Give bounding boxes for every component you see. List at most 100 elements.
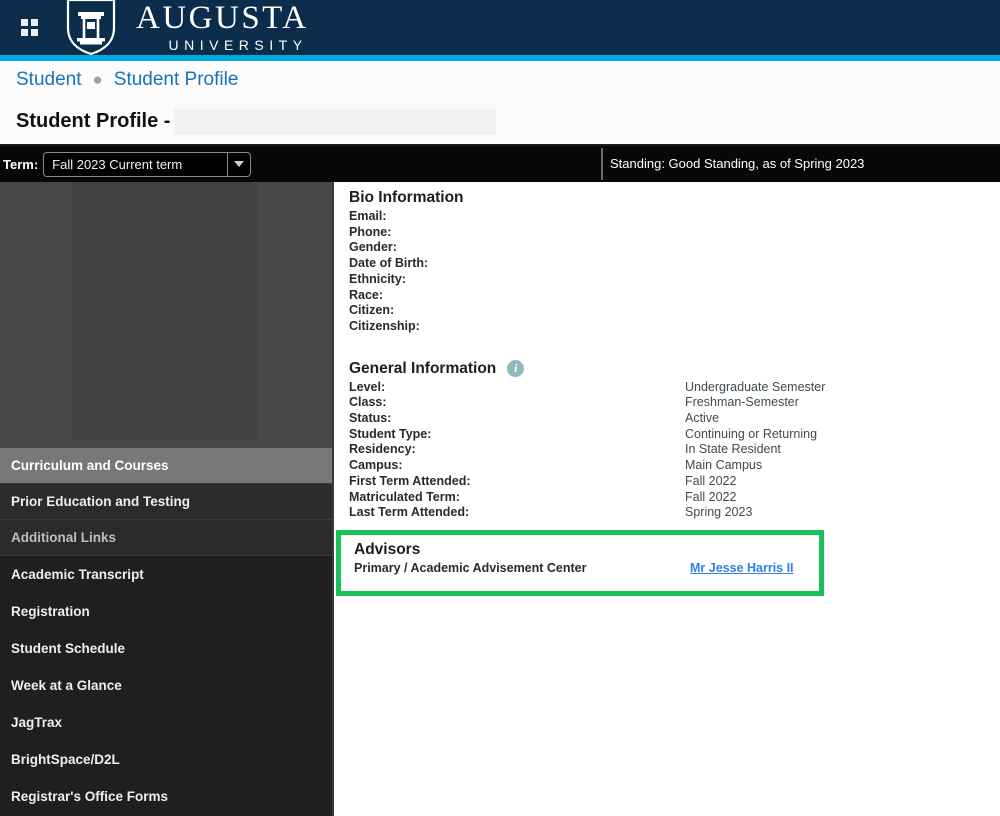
sidebar-link-registration[interactable]: Registration (0, 593, 332, 630)
bio-information-heading: Bio Information (349, 189, 1000, 207)
field-value: Fall 2022 (685, 489, 737, 504)
field-value: In State Resident (685, 442, 781, 457)
sidebar-item-prior-education-and-testing[interactable]: Prior Education and Testing (0, 484, 332, 520)
sidebar-link-label: JagTrax (11, 715, 63, 730)
sidebar-item-label: Curriculum and Courses (11, 458, 169, 473)
bio-field-citizenship: Citizenship: (349, 319, 1000, 335)
sidebar-link-registrars-office-forms[interactable]: Registrar's Office Forms (0, 778, 332, 815)
breadcrumb: Student ● Student Profile (0, 61, 1000, 99)
main-content: Bio Information Email: Phone: Gender: Da… (336, 182, 1000, 816)
general-field-campus: Campus: Main Campus (349, 458, 1000, 474)
bio-information-section: Bio Information Email: Phone: Gender: Da… (349, 189, 1000, 335)
sidebar-item-label: Prior Education and Testing (11, 494, 191, 509)
general-field-last-term-attended: Last Term Attended: Spring 2023 (349, 505, 1000, 521)
field-label: Citizenship: (349, 318, 420, 333)
brand-wordmark: AUGUSTA UNIVERSITY (136, 0, 309, 54)
sidebar-link-academic-transcript[interactable]: Academic Transcript (0, 556, 332, 593)
general-field-level: Level: Undergraduate Semester (349, 380, 1000, 396)
bio-field-email: Email: (349, 209, 1000, 225)
field-value: Continuing or Returning (685, 426, 818, 441)
student-name-redaction (174, 108, 497, 135)
field-label: Email: (349, 209, 387, 223)
breadcrumb-item-student-profile[interactable]: Student Profile (114, 69, 239, 91)
general-field-status: Status: Active (349, 411, 1000, 427)
sidebar-link-label: Student Schedule (11, 641, 126, 656)
info-icon[interactable]: i (507, 360, 525, 378)
bio-field-race: Race: (349, 288, 1000, 304)
term-select-value: Fall 2023 Current term (52, 156, 183, 172)
sidebar-link-brightspace-d2l[interactable]: BrightSpace/D2L (0, 741, 332, 778)
sidebar-link-jagtrax[interactable]: JagTrax (0, 704, 332, 741)
general-field-student-type: Student Type: Continuing or Returning (349, 427, 1000, 443)
field-label: Matriculated Term: (349, 489, 460, 504)
sidebar-item-curriculum-and-courses[interactable]: Curriculum and Courses (0, 448, 332, 484)
advisor-name-link[interactable]: Mr Jesse Harris II (690, 560, 794, 576)
field-label: Race: (349, 287, 384, 302)
augusta-shield-icon (66, 0, 116, 56)
field-label: First Term Attended: (349, 473, 471, 488)
brand-name-primary: AUGUSTA (136, 0, 309, 36)
field-label: Student Type: (349, 426, 432, 441)
general-information-heading-text: General Information (349, 359, 497, 377)
field-label: Ethnicity: (349, 271, 406, 286)
grid-menu-button[interactable] (10, 9, 48, 47)
field-label: Class: (349, 395, 387, 410)
general-field-first-term-attended: First Term Attended: Fall 2022 (349, 474, 1000, 490)
advisors-heading: Advisors (354, 541, 819, 559)
sidebar-link-label: Registrar's Office Forms (11, 789, 169, 804)
bio-field-date-of-birth: Date of Birth: (349, 256, 1000, 272)
chevron-down-icon[interactable] (227, 152, 250, 176)
sidebar-link-label: BrightSpace/D2L (11, 752, 120, 767)
brand-name-secondary: UNIVERSITY (168, 36, 308, 53)
advisors-section: Advisors Primary / Academic Advisement C… (336, 530, 824, 596)
sidebar-link-student-schedule[interactable]: Student Schedule (0, 630, 332, 667)
breadcrumb-separator-icon: ● (92, 69, 103, 89)
bio-field-gender: Gender: (349, 240, 1000, 256)
field-label: Status: (349, 411, 392, 426)
field-value: Active (685, 411, 720, 426)
field-label: Gender: (349, 240, 397, 255)
field-value: Spring 2023 (685, 505, 753, 520)
field-value: Fall 2022 (685, 473, 737, 488)
advisor-role-label: Primary / Academic Advisement Center (354, 561, 587, 575)
sidebar-link-label: Week at a Glance (11, 678, 122, 693)
field-value: Undergraduate Semester (685, 379, 826, 394)
general-information-heading: General Information i (349, 360, 1000, 378)
field-label: Citizen: (349, 303, 395, 318)
general-field-matriculated-term: Matriculated Term: Fall 2022 (349, 490, 1000, 506)
student-photo-placeholder (72, 182, 258, 440)
field-label: Level: (349, 379, 386, 394)
field-label: Campus: (349, 458, 403, 473)
grid-menu-icon (20, 19, 38, 36)
brand-header: AUGUSTA UNIVERSITY (0, 0, 1000, 56)
bio-information-heading-text: Bio Information (349, 189, 464, 206)
general-information-section: General Information i Level: Undergradua… (349, 360, 1000, 521)
sidebar-item-additional-links[interactable]: Additional Links (0, 520, 332, 556)
sidebar: Curriculum and Courses Prior Education a… (0, 182, 334, 816)
sidebar-item-label: Additional Links (11, 530, 117, 545)
sidebar-link-label: Academic Transcript (11, 567, 144, 582)
field-value: Freshman-Semester (685, 395, 799, 410)
term-label: Term: (3, 156, 39, 172)
field-label: Phone: (349, 224, 392, 239)
bio-field-citizen: Citizen: (349, 303, 1000, 319)
academic-standing-status: Standing: Good Standing, as of Spring 20… (610, 156, 865, 171)
augusta-logo[interactable] (62, 0, 124, 56)
bio-field-phone: Phone: (349, 225, 1000, 241)
sidebar-link-label: Registration (11, 604, 90, 619)
page-title-bar: Student Profile - (0, 99, 1000, 146)
standing-divider (601, 148, 603, 180)
field-value: Main Campus (685, 458, 763, 473)
sidebar-link-week-at-a-glance[interactable]: Week at a Glance (0, 667, 332, 704)
general-field-residency: Residency: In State Resident (349, 442, 1000, 458)
general-field-class: Class: Freshman-Semester (349, 395, 1000, 411)
advisors-heading-text: Advisors (354, 541, 421, 558)
advisor-row: Primary / Academic Advisement Center Mr … (354, 560, 819, 576)
bio-field-ethnicity: Ethnicity: (349, 272, 1000, 288)
field-label: Date of Birth: (349, 256, 429, 271)
student-photo-panel (0, 182, 332, 448)
term-select[interactable]: Fall 2023 Current term (43, 151, 252, 177)
field-label: Residency: (349, 442, 416, 457)
breadcrumb-item-student[interactable]: Student (16, 69, 82, 91)
field-label: Last Term Attended: (349, 505, 470, 520)
